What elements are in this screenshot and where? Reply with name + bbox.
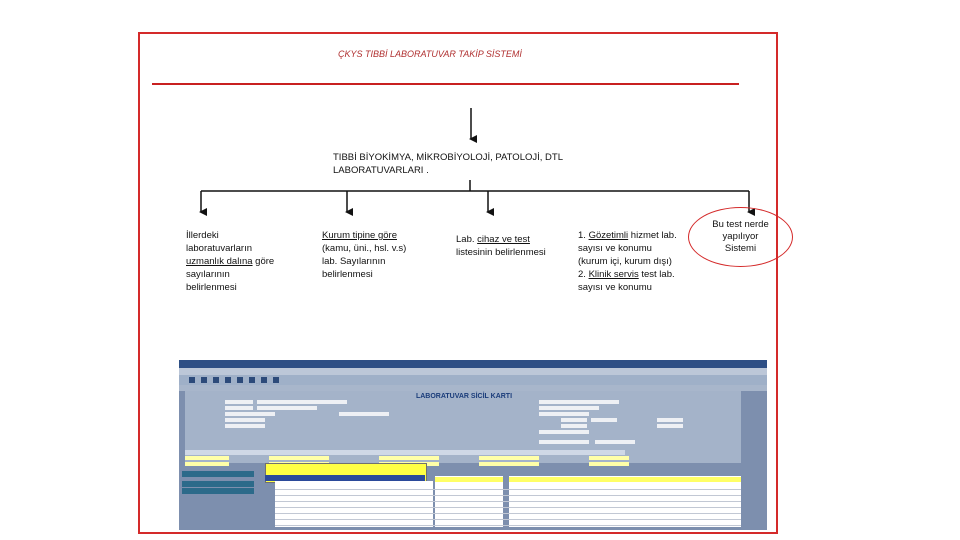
grid-line: [275, 489, 741, 490]
toolbar-icon: [273, 377, 279, 383]
form-field[interactable]: [225, 418, 265, 422]
form-field[interactable]: [595, 440, 635, 444]
toolbar-icon: [189, 377, 195, 383]
form-field[interactable]: [591, 418, 617, 422]
form-field[interactable]: [657, 424, 683, 428]
node-device-test-list: Lab. cihaz ve test listesinin belirlenme…: [456, 234, 546, 258]
form-field[interactable]: [539, 406, 599, 410]
toolbar-icon: [225, 377, 231, 383]
app-menu-bar: [179, 368, 767, 375]
app-toolbar: [179, 375, 767, 385]
toolbar-icon: [249, 377, 255, 383]
form-field[interactable]: [561, 418, 587, 422]
app-screenshot: LABORATUVAR SİCİL KARTI: [179, 360, 767, 530]
node-specialty-counts: İllerdeki laboratuvarların uzmanlık dalı…: [186, 230, 275, 293]
node-service-labs: 1. Gözetimli hizmet lab. sayısı ve konum…: [578, 230, 677, 293]
app-title-bar: [179, 360, 767, 368]
callout-ellipse: Bu test nerde yapılıyor Sistemi: [688, 207, 793, 267]
node-institution-type: Kurum tipine göre (kamu, üni., hsl. v.s)…: [322, 230, 407, 280]
form-field[interactable]: [225, 406, 253, 410]
grid-cell[interactable]: [589, 456, 629, 460]
grid-line: [275, 495, 741, 496]
form-field[interactable]: [539, 440, 589, 444]
form-field[interactable]: [257, 400, 347, 404]
form-field[interactable]: [657, 418, 683, 422]
toolbar-icon: [201, 377, 207, 383]
form-field[interactable]: [225, 400, 253, 404]
side-button[interactable]: [182, 481, 254, 487]
grid-row-selected[interactable]: [509, 477, 741, 482]
grid-line: [275, 507, 741, 508]
side-button[interactable]: [182, 471, 254, 477]
grid-row-selected[interactable]: [435, 477, 503, 482]
grid-left: [275, 481, 433, 527]
form-field[interactable]: [225, 424, 265, 428]
form-field[interactable]: [225, 412, 275, 416]
grid-header: [185, 450, 625, 455]
grid-line: [275, 519, 741, 520]
toolbar-icon: [213, 377, 219, 383]
toolbar-icon: [237, 377, 243, 383]
form-field[interactable]: [339, 412, 389, 416]
form-field[interactable]: [539, 412, 589, 416]
grid-cell[interactable]: [269, 456, 329, 460]
grid-cell[interactable]: [185, 462, 229, 466]
form-field[interactable]: [539, 430, 589, 434]
toolbar-icon: [261, 377, 267, 383]
form-field[interactable]: [539, 400, 619, 404]
form-field[interactable]: [257, 406, 317, 410]
grid-cell[interactable]: [185, 456, 229, 460]
grid-line: [275, 501, 741, 502]
grid-cell[interactable]: [479, 462, 539, 466]
grid-line: [275, 525, 741, 526]
root-node: TIBBİ BİYOKİMYA, MİKROBİYOLOJİ, PATOLOJİ…: [333, 152, 563, 176]
callout-text: Bu test nerde yapılıyor Sistemi: [712, 219, 769, 254]
grid-cell[interactable]: [379, 456, 439, 460]
form-title: LABORATUVAR SİCİL KARTI: [369, 393, 559, 400]
grid-cell[interactable]: [589, 462, 629, 466]
grid-cell[interactable]: [479, 456, 539, 460]
side-button[interactable]: [182, 488, 254, 494]
grid-line: [275, 513, 741, 514]
form-field[interactable]: [561, 424, 587, 428]
